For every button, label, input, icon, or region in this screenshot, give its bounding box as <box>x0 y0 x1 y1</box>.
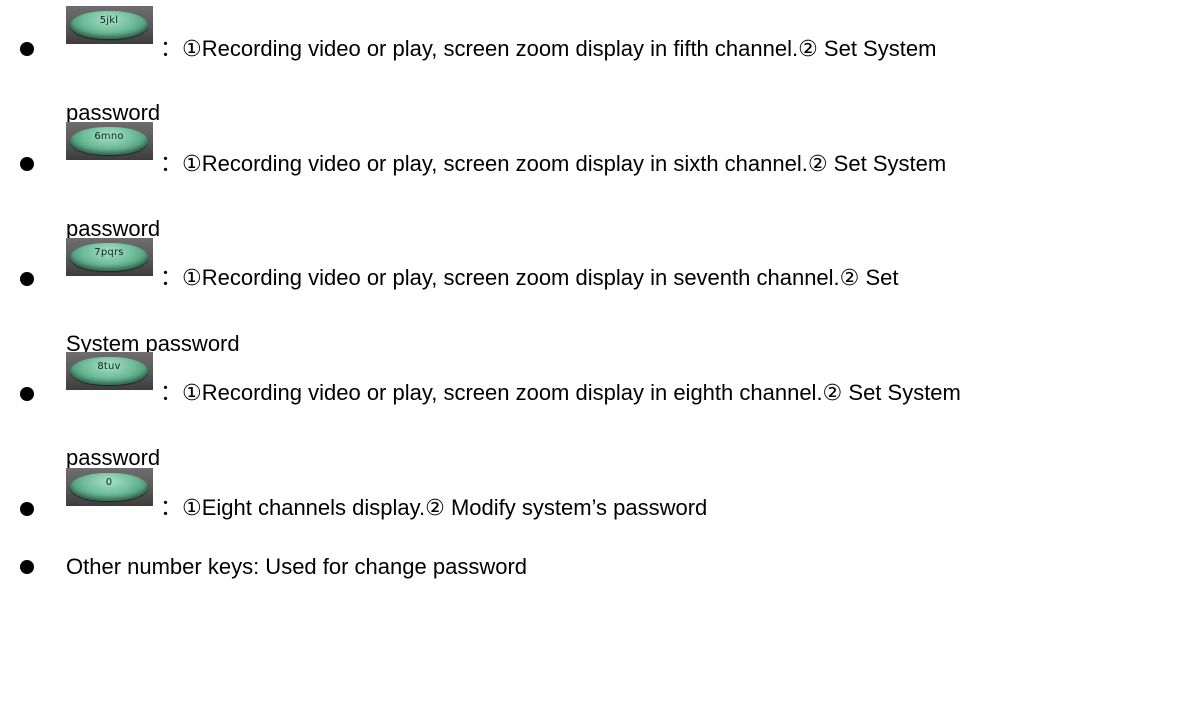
item-description-line1: ：①Recording video or play, screen zoom d… <box>160 265 899 290</box>
bullet-icon <box>20 42 34 56</box>
key-5-button-icon: 5jkl <box>66 6 153 44</box>
item-description: Other number keys: Used for change passw… <box>66 554 528 579</box>
item-description-line1: ：①Recording video or play, screen zoom d… <box>160 36 937 61</box>
item-description-line1: ：①Recording video or play, screen zoom d… <box>160 151 947 176</box>
key-7-button-icon: 7pqrs <box>66 238 153 276</box>
bullet-icon <box>20 502 34 516</box>
document-page: 5jkl ：①Recording video or play, screen z… <box>0 0 1182 711</box>
bullet-icon <box>20 272 34 286</box>
item-description-line1: ：①Eight channels display.② Modify system… <box>160 495 708 520</box>
key-0-button-icon: 0 <box>66 468 153 506</box>
key-label: 5jkl <box>99 15 119 26</box>
item-description-line1: ：①Recording video or play, screen zoom d… <box>160 380 961 405</box>
key-label: 0 <box>105 477 113 488</box>
bullet-icon <box>20 387 34 401</box>
key-label: 7pqrs <box>94 247 124 258</box>
bullet-icon <box>20 560 34 574</box>
key-8-button-icon: 8tuv <box>66 352 153 390</box>
key-6-button-icon: 6mno <box>66 122 153 160</box>
bullet-icon <box>20 157 34 171</box>
key-label: 6mno <box>94 131 124 142</box>
key-label: 8tuv <box>97 361 121 372</box>
